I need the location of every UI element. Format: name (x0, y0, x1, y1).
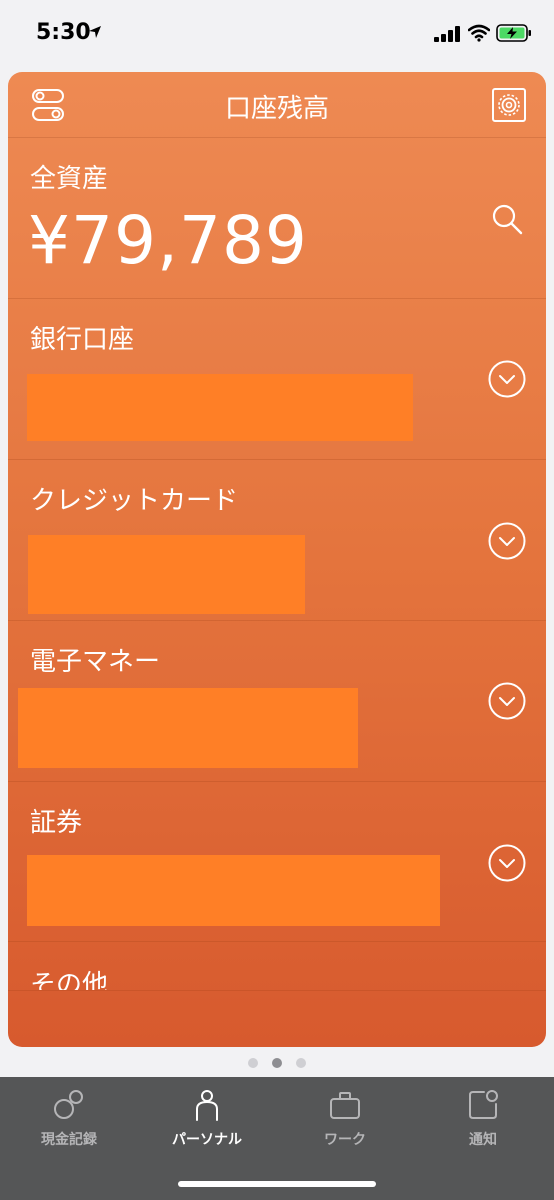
chevron-down-icon[interactable] (488, 522, 526, 560)
redacted-block (18, 688, 358, 768)
credit-card-section[interactable]: クレジットカード (8, 460, 546, 621)
status-time: 5:30 (36, 20, 91, 45)
total-assets-amount: ¥79,789 (28, 202, 308, 279)
chevron-down-icon[interactable] (488, 360, 526, 398)
total-assets-label: 全資産 (30, 164, 109, 194)
person-icon (196, 1090, 218, 1121)
search-icon[interactable] (490, 202, 524, 236)
account-balance-card: 口座残高 全資産 ¥79,789 銀行口座 クレジットカード 電子マネー 証券 … (8, 72, 546, 1047)
status-bar: 5:30 (0, 0, 554, 68)
tab-notification-label: 通知 (469, 1132, 497, 1148)
redacted-block (27, 374, 413, 441)
tab-cash-record[interactable]: 現金記録 (0, 1077, 138, 1167)
bank-account-section[interactable]: 銀行口座 (8, 299, 546, 460)
securities-label: 証券 (30, 808, 83, 838)
tab-bar: 現金記録 パーソナル ワーク 通知 (0, 1077, 554, 1200)
securities-section[interactable]: 証券 (8, 782, 546, 942)
page-dot (296, 1058, 306, 1068)
tab-notification[interactable]: 通知 (414, 1077, 552, 1167)
tab-cash-record-label: 現金記録 (41, 1132, 97, 1148)
redacted-block (28, 535, 305, 614)
card-title: 口座残高 (224, 94, 329, 124)
tab-personal[interactable]: パーソナル (138, 1077, 276, 1167)
page-indicator[interactable] (0, 1056, 554, 1070)
page-dot-active (272, 1058, 282, 1068)
page-dot (248, 1058, 258, 1068)
chevron-down-icon[interactable] (488, 844, 526, 882)
tab-personal-label: パーソナル (172, 1132, 242, 1148)
card-header: 口座残高 (8, 72, 546, 138)
other-section[interactable]: その他 (8, 942, 546, 991)
wifi-icon (468, 24, 490, 42)
credit-card-label: クレジットカード (30, 486, 239, 516)
tab-work-label: ワーク (324, 1132, 366, 1148)
battery-charging-icon (496, 24, 531, 42)
notification-icon (469, 1090, 498, 1119)
other-label: その他 (30, 970, 109, 991)
cellular-signal-icon (434, 26, 460, 42)
e-money-section[interactable]: 電子マネー (8, 621, 546, 782)
home-indicator[interactable] (178, 1181, 376, 1187)
tab-work[interactable]: ワーク (276, 1077, 414, 1167)
location-arrow-icon (89, 26, 101, 38)
e-money-label: 電子マネー (30, 647, 161, 677)
gear-icon[interactable] (492, 88, 526, 122)
redacted-block (27, 855, 440, 926)
bank-account-label: 銀行口座 (30, 325, 135, 355)
chevron-down-icon[interactable] (488, 682, 526, 720)
total-assets-section: 全資産 ¥79,789 (8, 138, 546, 299)
cash-record-icon (54, 1090, 83, 1119)
briefcase-icon (330, 1092, 360, 1119)
